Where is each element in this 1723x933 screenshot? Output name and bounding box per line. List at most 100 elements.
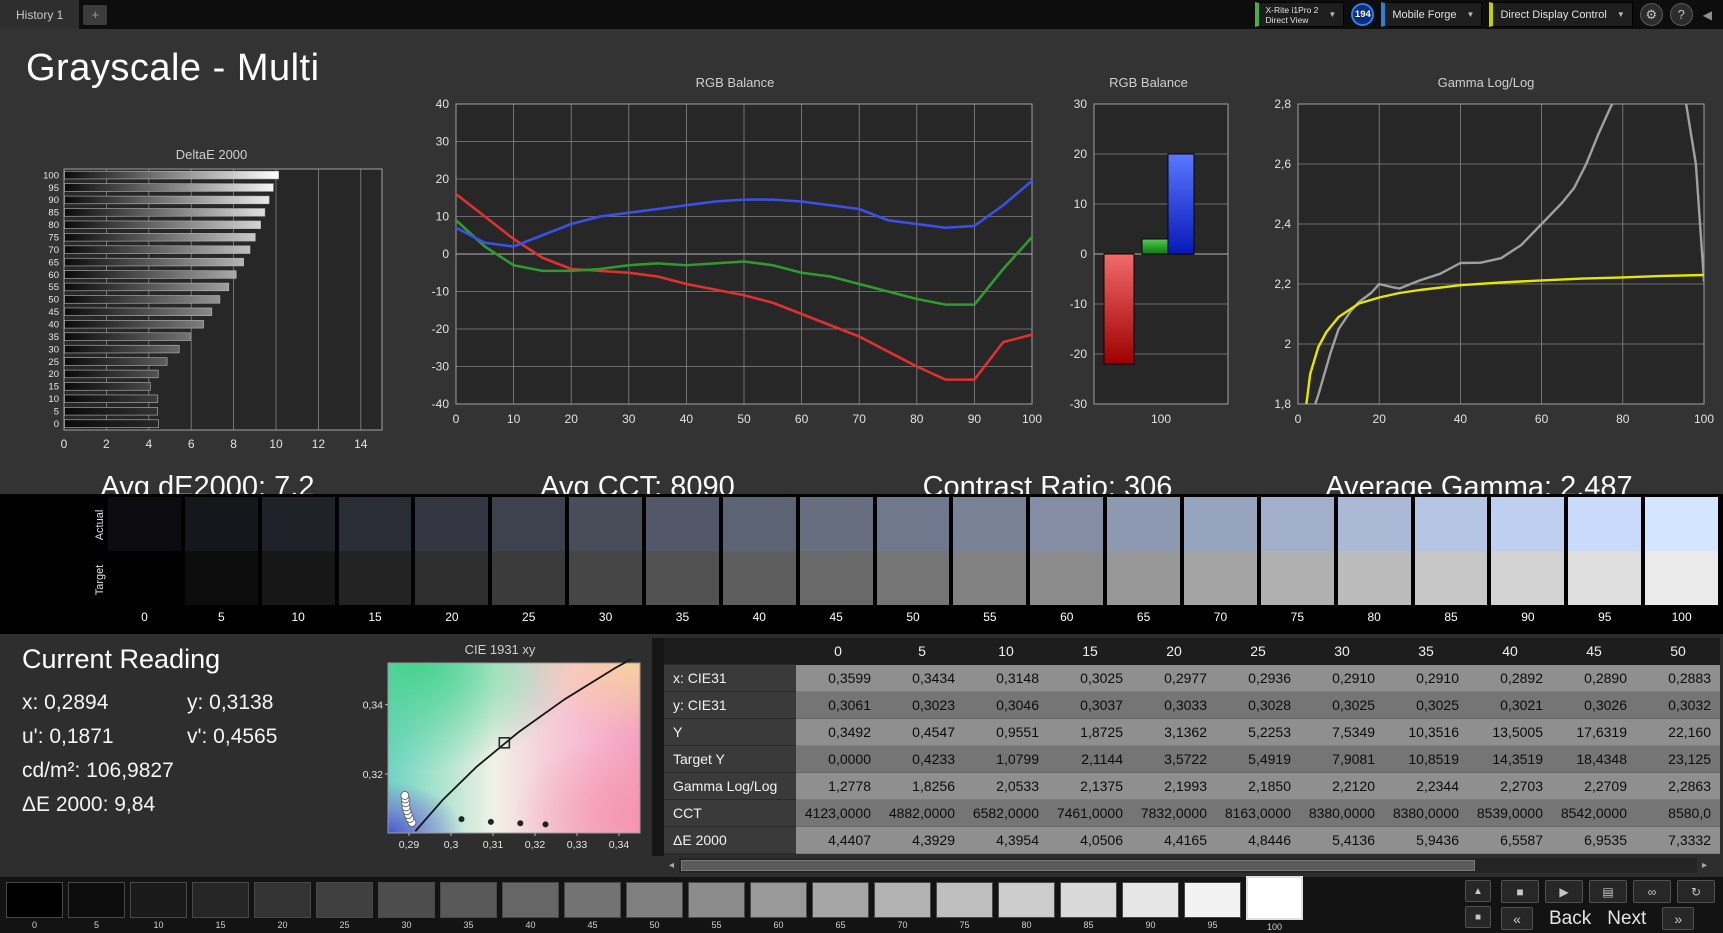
workflow-selector[interactable]: Direct Display Control ▼ [1489, 2, 1633, 27]
next-chevron-button[interactable]: » [1662, 907, 1695, 930]
svg-text:6: 6 [188, 437, 195, 451]
reading-x-value: x: 0,2894 [22, 691, 109, 714]
table-cell: 7,3332 [1636, 827, 1720, 854]
swatch-level-label: 70 [1213, 610, 1228, 624]
actual-swatch [569, 497, 643, 551]
grayscale-swatch-column: 55 [953, 497, 1027, 629]
meter-count-badge[interactable]: 194 [1351, 3, 1375, 26]
svg-text:2: 2 [103, 437, 110, 451]
playback-buttons: ■ ▶ ▤ ∞ ↻ [1501, 880, 1715, 903]
svg-text:75: 75 [48, 232, 59, 243]
back-chevron-button[interactable]: « [1501, 907, 1533, 930]
patch-label: 15 [215, 920, 226, 930]
gray-patch-20[interactable] [254, 882, 311, 918]
patch-label: 75 [959, 920, 970, 930]
actual-swatch [1491, 497, 1565, 551]
gray-patch-0[interactable] [6, 882, 63, 918]
svg-text:0: 0 [1295, 412, 1302, 426]
gray-patch-15[interactable] [192, 882, 249, 918]
swatch-level-label: 20 [445, 610, 459, 624]
scrollbar-thumb[interactable] [681, 860, 1476, 871]
next-button[interactable]: Next [1607, 908, 1646, 930]
continuous-button[interactable]: ∞ [1633, 880, 1671, 903]
svg-text:0: 0 [453, 412, 460, 426]
target-swatch [261, 551, 335, 605]
gray-patch-65[interactable] [812, 882, 869, 918]
svg-text:2: 2 [1284, 337, 1291, 351]
svg-text:40: 40 [1454, 412, 1468, 426]
patch-column: 35 [440, 882, 497, 932]
svg-text:95: 95 [48, 183, 59, 194]
gray-patch-95[interactable] [1184, 882, 1241, 918]
grayscale-swatch-column: 5 [184, 497, 258, 629]
table-vertical-scrollbar[interactable] [652, 638, 664, 856]
gray-patch-70[interactable] [874, 882, 931, 918]
scrollbar-track[interactable] [679, 858, 1697, 873]
gray-patch-50[interactable] [626, 882, 683, 918]
scroll-up-button[interactable]: ▲ [1465, 880, 1491, 902]
transport-controls: ▲ ■ ■ ▶ ▤ ∞ ↻ « Back Next » [1465, 880, 1715, 930]
svg-text:-40: -40 [432, 397, 450, 411]
collapse-panel-button[interactable]: ◀ [1700, 8, 1715, 22]
top-bar-right: X-Rite i1Pro 2 Direct View ▼ 194 Mobile … [1254, 2, 1723, 27]
gray-patch-75[interactable] [936, 882, 993, 918]
history-tab[interactable]: History 1 [0, 0, 81, 29]
gray-patch-60[interactable] [750, 882, 807, 918]
patch-label: 100 [1266, 922, 1283, 932]
svg-text:2,4: 2,4 [1274, 217, 1291, 231]
stop-button[interactable]: ■ [1501, 880, 1539, 903]
grayscale-swatch-column: 65 [1107, 497, 1181, 629]
table-cell: 0,2936 [1216, 665, 1300, 692]
table-cell: 0,3037 [1048, 692, 1132, 719]
table-horizontal-scrollbar[interactable]: ◂ ▸ [664, 858, 1712, 873]
meter-selector[interactable]: X-Rite i1Pro 2 Direct View ▼ [1254, 2, 1345, 27]
add-tab-button[interactable]: + [83, 4, 108, 25]
table-cell: 4,3929 [880, 827, 964, 854]
scroll-left-arrow[interactable]: ◂ [664, 858, 679, 873]
gray-patch-35[interactable] [440, 882, 497, 918]
patch-label: 80 [1021, 920, 1032, 930]
gray-patch-100[interactable] [1246, 876, 1303, 920]
actual-swatch [108, 497, 181, 551]
table-cell: 0,3434 [880, 665, 964, 692]
table-cell: 7,9081 [1300, 746, 1384, 773]
gear-icon: ⚙ [1645, 6, 1658, 22]
table-cell: 6582,0000 [964, 800, 1048, 827]
table-column-header: 25 [1216, 638, 1300, 665]
grayscale-swatch-column: 10 [261, 497, 335, 629]
gray-patch-45[interactable] [564, 882, 621, 918]
gray-patch-55[interactable] [688, 882, 745, 918]
refresh-button[interactable]: ↻ [1677, 880, 1715, 903]
table-cell: 1,8256 [880, 773, 964, 800]
patch-label: 65 [835, 920, 846, 930]
swatch-level-label: 75 [1290, 610, 1304, 624]
layout-button[interactable]: ■ [1465, 906, 1491, 928]
gray-patch-90[interactable] [1122, 882, 1179, 918]
help-button[interactable]: ? [1669, 3, 1693, 26]
gray-patch-30[interactable] [378, 882, 435, 918]
scroll-right-arrow[interactable]: ▸ [1697, 858, 1712, 873]
gray-patch-25[interactable] [316, 882, 373, 918]
target-row-label: Target [94, 564, 106, 596]
gray-patch-40[interactable] [502, 882, 559, 918]
table-column-header: 0 [796, 638, 880, 665]
settings-button[interactable]: ⚙ [1639, 3, 1663, 26]
source-selector[interactable]: Mobile Forge ▼ [1381, 2, 1483, 27]
patch-label: 25 [339, 920, 350, 930]
table-cell: 0,4233 [880, 746, 964, 773]
grayscale-swatch-column: 85 [1414, 497, 1488, 629]
gray-patch-5[interactable] [68, 882, 125, 918]
patch-row: 0 5 10 15 20 25 30 35 40 45 50 55 60 65 70 75 80 85 90 95 10… [6, 876, 1303, 932]
play-button[interactable]: ▶ [1545, 880, 1583, 903]
gray-patch-85[interactable] [1060, 882, 1117, 918]
gray-patch-10[interactable] [130, 882, 187, 918]
gray-patch-80[interactable] [998, 882, 1055, 918]
actual-swatch [1645, 497, 1719, 551]
source-selector-label: Mobile Forge [1392, 8, 1457, 21]
actual-swatch [1030, 497, 1104, 551]
report-button[interactable]: ▤ [1589, 880, 1627, 903]
table-cell: 0,3025 [1300, 692, 1384, 719]
swatch-level-label: 35 [675, 610, 690, 624]
back-button[interactable]: Back [1549, 908, 1591, 930]
measurement-table-grid: 0 5 10 15 20 25 30 35 40 45 50 x: CIE31 0,3599 0,3434… [664, 638, 1720, 854]
